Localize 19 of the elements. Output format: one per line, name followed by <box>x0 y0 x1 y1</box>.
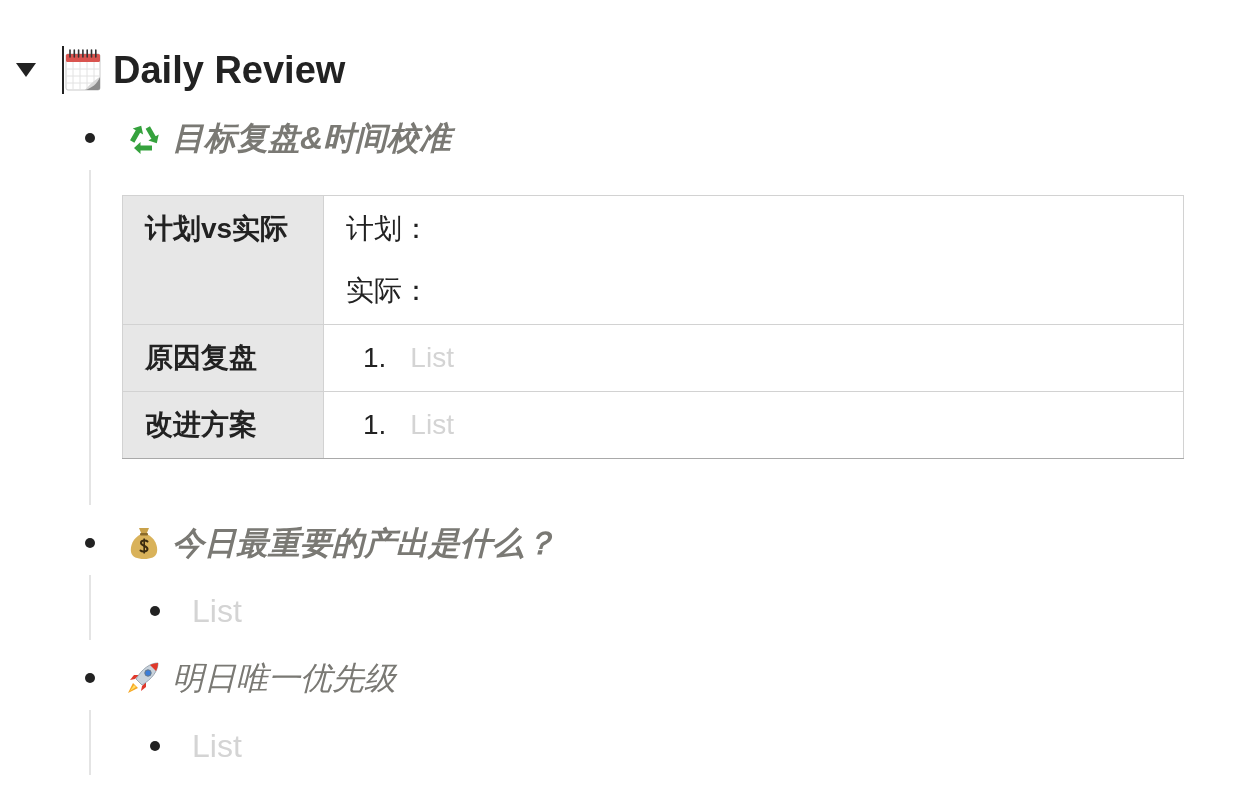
spiral-calendar-icon <box>65 49 101 91</box>
bullet-icon <box>85 133 95 143</box>
bullet-heading: 今日最重要的产出是什么？ <box>172 524 556 563</box>
table-header-cell: 改进方案 <box>122 391 324 459</box>
money-bag-icon <box>128 526 160 560</box>
table-header-cell: 计划vs实际 <box>122 195 324 325</box>
list-number: 1. <box>363 408 387 442</box>
bullet-icon <box>85 673 95 683</box>
bullet-icon <box>85 538 95 548</box>
list-number: 1. <box>363 341 387 375</box>
bullet-icon <box>150 605 160 616</box>
bullet-heading: 明日唯一优先级 <box>172 659 396 698</box>
cell-text: 实际： <box>346 274 430 308</box>
table-header-cell: 原因复盘 <box>122 324 324 392</box>
rocket-icon <box>126 661 160 695</box>
bullet-icon <box>150 740 160 751</box>
cell-text: 计划： <box>346 212 430 246</box>
toggle-triangle-icon[interactable] <box>16 63 36 77</box>
toggle-title: Daily Review <box>113 48 346 93</box>
